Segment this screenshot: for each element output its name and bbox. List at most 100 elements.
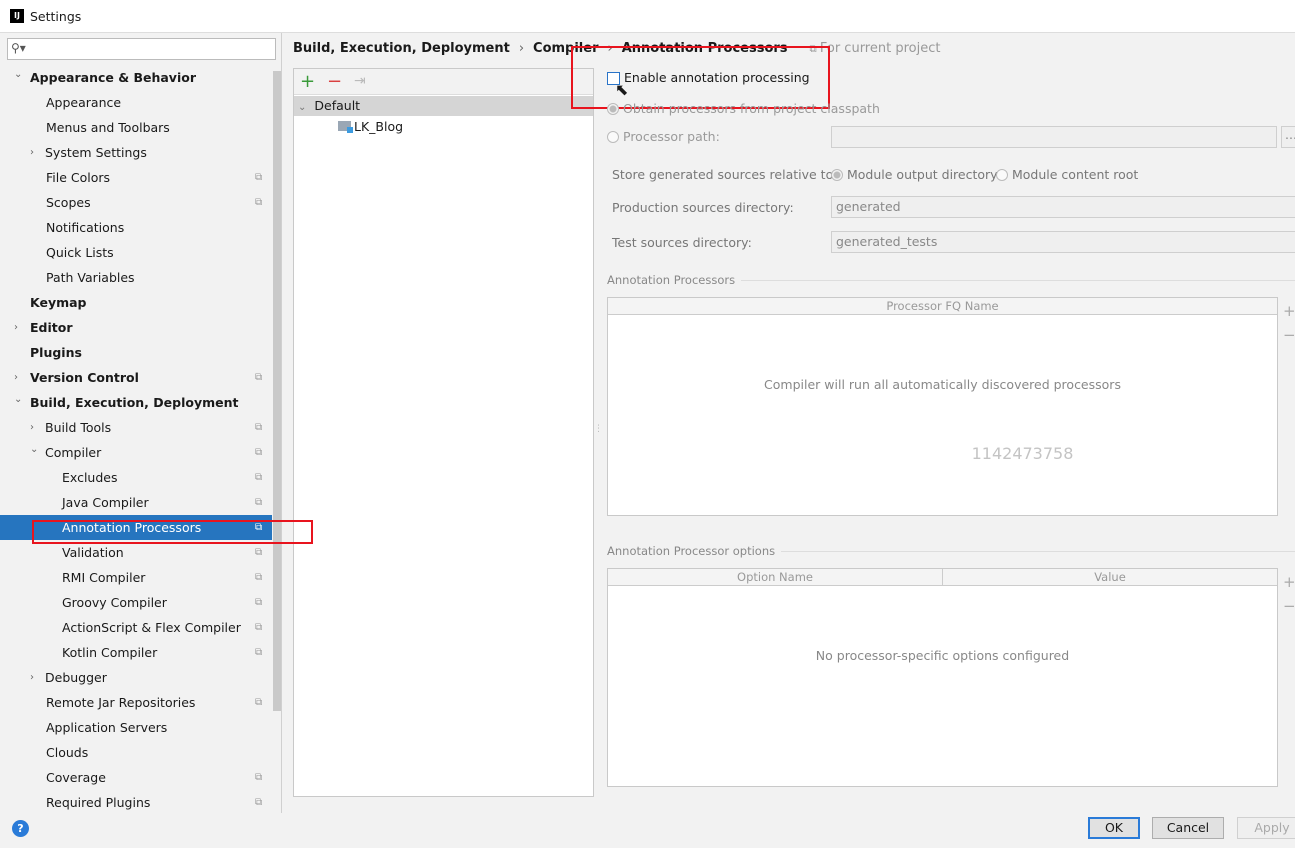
sidebar-item-label: Remote Jar Repositories	[46, 695, 196, 710]
sidebar-item[interactable]: Java Compiler ⧉	[0, 490, 272, 515]
ok-button[interactable]: OK	[1088, 817, 1140, 839]
sidebar-item[interactable]: Keymap	[0, 290, 272, 315]
add-option-button[interactable]: +	[1283, 570, 1295, 594]
sidebar-item[interactable]: › System Settings	[0, 140, 272, 165]
sidebar-item-label: Coverage	[46, 770, 106, 785]
sidebar-item-label: Keymap	[30, 295, 87, 310]
module-content-root-radio[interactable]: Module content root	[996, 167, 1138, 182]
splitter-handle[interactable]: ⋮	[594, 424, 603, 434]
sidebar-item[interactable]: › Build Tools ⧉	[0, 415, 272, 440]
chevron-down-icon[interactable]: ⌄	[14, 62, 22, 87]
project-scope-icon: ⧉	[255, 372, 263, 383]
profiles-toolbar: + − ⇥	[294, 69, 593, 95]
browse-button[interactable]: ...	[1281, 126, 1295, 148]
sidebar-item[interactable]: Menus and Toolbars	[0, 115, 272, 140]
sidebar-item[interactable]: ⌄ Appearance & Behavior	[0, 65, 272, 90]
sidebar-item-label: Menus and Toolbars	[46, 120, 170, 135]
obtain-from-classpath-radio[interactable]: Obtain processors from project classpath	[607, 101, 880, 116]
sidebar-item[interactable]: Required Plugins ⧉	[0, 790, 272, 813]
search-icon: ⚲▾	[11, 41, 26, 55]
sidebar-item[interactable]: Clouds	[0, 740, 272, 765]
sidebar-item[interactable]: Scopes ⧉	[0, 190, 272, 215]
sidebar-item-label: Clouds	[46, 745, 89, 760]
sidebar-item[interactable]: › Version Control ⧉	[0, 365, 272, 390]
add-profile-button[interactable]: +	[300, 71, 315, 92]
chevron-right-icon[interactable]: ›	[30, 140, 34, 165]
sidebar-item[interactable]: ActionScript & Flex Compiler ⧉	[0, 615, 272, 640]
sidebar-item-label: Groovy Compiler	[62, 595, 167, 610]
project-scope-icon: ⧉	[255, 447, 263, 458]
processor-path-radio[interactable]: Processor path:	[607, 129, 720, 144]
sidebar-item[interactable]: Plugins	[0, 340, 272, 365]
processor-path-field[interactable]	[831, 126, 1277, 148]
column-header[interactable]: Value	[943, 569, 1277, 585]
sidebar-item[interactable]: Appearance	[0, 90, 272, 115]
sidebar-item[interactable]: Groovy Compiler ⧉	[0, 590, 272, 615]
remove-option-button[interactable]: −	[1283, 594, 1295, 618]
sidebar-item-label: Scopes	[46, 195, 91, 210]
chevron-right-icon[interactable]: ›	[14, 315, 18, 340]
sidebar-item-label: Plugins	[30, 345, 82, 360]
sidebar-item[interactable]: RMI Compiler ⧉	[0, 565, 272, 590]
sidebar-item-label: Required Plugins	[46, 795, 151, 810]
sidebar-item[interactable]: Quick Lists	[0, 240, 272, 265]
project-scope-icon: ⧉	[255, 497, 263, 508]
sidebar-item[interactable]: Application Servers	[0, 715, 272, 740]
sidebar-item[interactable]: Kotlin Compiler ⧉	[0, 640, 272, 665]
sidebar-item[interactable]: ⌄ Build, Execution, Deployment	[0, 390, 272, 415]
move-to-icon[interactable]: ⇥	[354, 73, 366, 89]
profile-default[interactable]: ⌄ Default	[294, 96, 593, 116]
chevron-right-icon[interactable]: ›	[30, 665, 34, 690]
module-item[interactable]: LK_Blog	[338, 118, 403, 136]
sidebar-item[interactable]: Notifications	[0, 215, 272, 240]
search-input[interactable]: ⚲▾	[7, 38, 276, 60]
breadcrumb-item[interactable]: Build, Execution, Deployment	[293, 41, 510, 56]
apply-button[interactable]: Apply	[1237, 817, 1295, 839]
help-button[interactable]: ?	[12, 820, 29, 837]
chevron-down-icon[interactable]: ⌄	[14, 387, 22, 412]
app-logo-icon: IJ	[10, 9, 24, 23]
add-processor-button[interactable]: +	[1283, 299, 1295, 323]
module-output-radio[interactable]: Module output directory	[831, 167, 998, 182]
test-dir-field[interactable]: generated_tests	[831, 231, 1295, 253]
sidebar-item-label: Appearance	[46, 95, 122, 110]
sidebar-item[interactable]: Coverage ⧉	[0, 765, 272, 790]
project-scope-icon: ⧉	[255, 597, 263, 608]
sidebar-item[interactable]: File Colors ⧉	[0, 165, 272, 190]
sidebar-item-label: System Settings	[45, 145, 147, 160]
sidebar-item[interactable]: › Editor	[0, 315, 272, 340]
sidebar-item-label: Version Control	[30, 370, 139, 385]
column-header[interactable]: Processor FQ Name	[608, 298, 1277, 314]
sidebar-scrollbar[interactable]	[273, 71, 281, 711]
sidebar-item[interactable]: › Debugger	[0, 665, 272, 690]
column-header[interactable]: Option Name	[608, 569, 943, 585]
project-scope-icon: ⧉	[255, 647, 263, 658]
sidebar-item-label: Editor	[30, 320, 73, 335]
sidebar-item-label: Application Servers	[46, 720, 168, 735]
test-dir-label: Test sources directory:	[612, 235, 752, 250]
module-label: LK_Blog	[354, 119, 404, 134]
sidebar-item-label: Notifications	[46, 220, 125, 235]
highlight-box	[571, 46, 830, 109]
remove-processor-button[interactable]: −	[1283, 323, 1295, 347]
sidebar-item-label: Java Compiler	[62, 495, 149, 510]
processors-table[interactable]: Processor FQ Name Compiler will run all …	[607, 297, 1278, 516]
sidebar-item[interactable]: Path Variables	[0, 265, 272, 290]
cancel-button[interactable]: Cancel	[1152, 817, 1224, 839]
module-folder-icon	[338, 121, 353, 133]
remove-profile-button[interactable]: −	[327, 71, 342, 92]
options-group-label: Annotation Processor options	[607, 544, 1295, 558]
sidebar-item-label: Kotlin Compiler	[62, 645, 158, 660]
sidebar-item[interactable]: ⌄ Compiler ⧉	[0, 440, 272, 465]
sidebar-item[interactable]: Excludes ⧉	[0, 465, 272, 490]
sidebar-item[interactable]: Remote Jar Repositories ⧉	[0, 690, 272, 715]
production-dir-field[interactable]: generated	[831, 196, 1295, 218]
sidebar-item-label: Excludes	[62, 470, 118, 485]
sidebar-item-label: File Colors	[46, 170, 111, 185]
sidebar-item-label: Quick Lists	[46, 245, 114, 260]
project-scope-icon: ⧉	[255, 172, 263, 183]
highlight-box	[32, 520, 313, 544]
chevron-down-icon[interactable]: ⌄	[30, 437, 38, 462]
options-table[interactable]: Option Name Value No processor-specific o…	[607, 568, 1278, 787]
project-scope-icon: ⧉	[255, 622, 263, 633]
